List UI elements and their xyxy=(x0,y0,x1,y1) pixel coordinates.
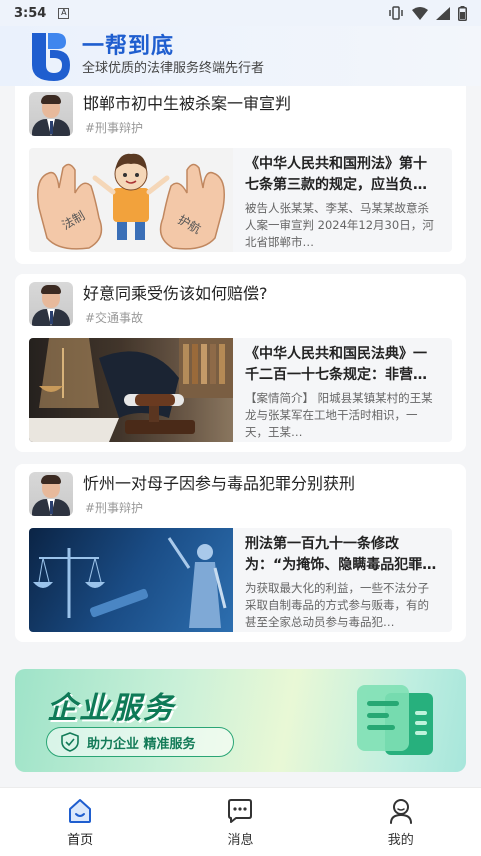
post-title[interactable]: 邯郸市初中生被杀案一审宣判 xyxy=(83,93,291,115)
post-card[interactable]: 好意同乘受伤该如何赔偿? #交通事故 《中华人民共和国民法典》一千二百一十七条规… xyxy=(15,274,466,452)
post-title[interactable]: 忻州一对母子因参与毒品犯罪分别获刑 xyxy=(83,473,355,495)
status-bar: 3:54 A xyxy=(0,0,481,26)
nav-item-profile[interactable]: 我的 xyxy=(351,797,451,848)
banner-pill-text: 助力企业 精准服务 xyxy=(87,736,196,752)
nav-label: 首页 xyxy=(67,832,94,848)
excerpt-body: 被告人张某某、李某、马某某故意杀人案一审宣判 2024年12月30日，河北省邯郸… xyxy=(245,201,434,249)
author-avatar[interactable] xyxy=(29,92,73,136)
post-title[interactable]: 好意同乘受伤该如何赔偿? xyxy=(83,283,268,305)
shield-check-icon xyxy=(61,732,79,752)
documents-icon xyxy=(357,685,433,755)
notification-badge: A xyxy=(58,7,70,19)
post-thumbnail[interactable]: 法制 护航 xyxy=(29,148,233,252)
post-tag[interactable]: #交通事故 xyxy=(85,309,268,327)
author-avatar[interactable] xyxy=(29,472,73,516)
post-thumbnail[interactable] xyxy=(29,528,233,632)
signal-icon xyxy=(436,6,450,20)
app-logo-icon xyxy=(32,33,70,81)
nav-label: 我的 xyxy=(387,832,414,848)
app-name: 一帮到底 xyxy=(82,34,175,59)
excerpt-title: 《中华人民共和国刑法》第十七条第三款的规定，应当负… xyxy=(245,156,427,193)
vibrate-icon xyxy=(389,6,403,20)
app-slogan: 全球优质的法律服务终端先行者 xyxy=(82,61,265,76)
battery-icon xyxy=(458,5,467,21)
bottom-nav: 首页 消息 我的 xyxy=(0,787,481,856)
excerpt-body: 为获取最大化的利益，一些不法分子采取自制毒品的方式参与贩毒，有的甚至全家总动员参… xyxy=(245,581,429,629)
post-tag[interactable]: #刑事辩护 xyxy=(85,119,291,137)
home-icon xyxy=(69,798,92,823)
hands-protect-child-illustration: 法制 护航 xyxy=(37,153,225,250)
post-tag[interactable]: #刑事辩护 xyxy=(85,499,355,517)
nav-label: 消息 xyxy=(227,832,254,848)
excerpt-title: 刑法第一百九十一条修改为：“为掩饰、隐瞒毒品犯罪… xyxy=(245,536,437,573)
post-thumbnail[interactable] xyxy=(29,338,233,442)
profile-icon xyxy=(389,798,412,824)
post-card[interactable]: 忻州一对母子因参与毒品犯罪分别获刑 #刑事辩护 刑法第一百九十一条修改为：“为掩… xyxy=(15,464,466,642)
author-avatar[interactable] xyxy=(29,282,73,326)
message-icon xyxy=(228,798,253,823)
nav-item-messages[interactable]: 消息 xyxy=(190,797,290,848)
post-feed: 邯郸市初中生被杀案一审宣判 #刑事辩护 法制 护航 《中华人民共和国刑法》第十七… xyxy=(15,86,466,656)
status-time: 3:54 xyxy=(14,5,47,21)
wifi-icon xyxy=(412,6,428,20)
nav-item-home[interactable]: 首页 xyxy=(30,797,130,848)
banner-title: 企业服务 xyxy=(47,691,175,726)
excerpt-title: 《中华人民共和国民法典》一千二百一十七条规定：非营… xyxy=(245,346,427,383)
status-icons xyxy=(388,5,467,21)
banner-pill[interactable]: 助力企业 精准服务 xyxy=(46,727,234,757)
app-header: 一帮到底 全球优质的法律服务终端先行者 xyxy=(0,26,481,86)
enterprise-service-banner[interactable]: 企业服务 助力企业 精准服务 xyxy=(15,669,466,772)
excerpt-body: 【案情简介】 阳城县某镇某村的王某龙与张某军在工地干活时相识，一天，王某… xyxy=(245,391,433,439)
justice-statue-illustration xyxy=(33,537,227,628)
gavel-scales-illustration xyxy=(29,338,233,442)
post-card[interactable]: 邯郸市初中生被杀案一审宣判 #刑事辩护 法制 护航 《中华人民共和国刑法》第十七… xyxy=(15,86,466,264)
